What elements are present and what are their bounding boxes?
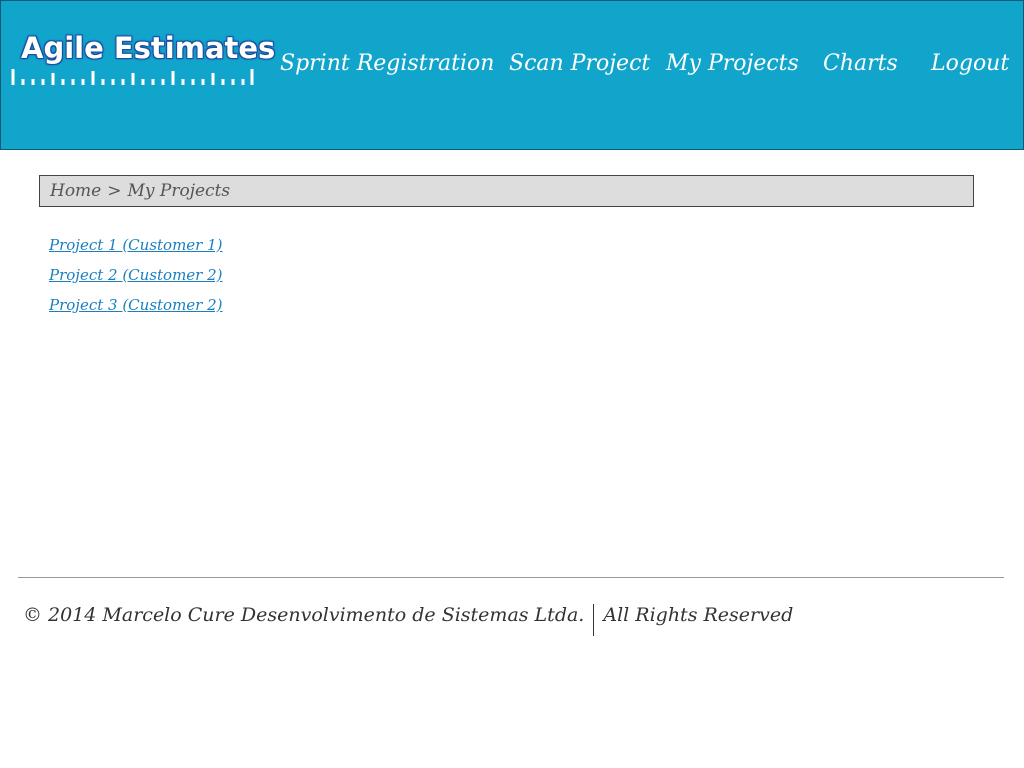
breadcrumb-separator: > <box>107 181 122 201</box>
project-link-3[interactable]: Project 3 (Customer 2) <box>49 296 223 326</box>
footer-rights: All Rights Reserved <box>603 604 794 626</box>
project-list: Project 1 (Customer 1) Project 2 (Custom… <box>49 236 223 326</box>
nav-my-projects[interactable]: My Projects <box>666 51 799 76</box>
breadcrumb-home[interactable]: Home <box>50 181 101 201</box>
nav-sprint-registration[interactable]: Sprint Registration <box>280 51 494 76</box>
project-link-2[interactable]: Project 2 (Customer 2) <box>49 266 223 296</box>
footer-copyright: © 2014 Marcelo Cure Desenvolvimento de S… <box>23 604 585 626</box>
breadcrumb-current: My Projects <box>127 181 231 201</box>
nav-charts[interactable]: Charts <box>823 51 898 76</box>
header-bar: Agile Estimates Sprint Registration Scan… <box>0 0 1024 150</box>
breadcrumb: Home > My Projects <box>39 175 974 207</box>
app-logo[interactable]: Agile Estimates <box>11 31 275 89</box>
ruler-icon <box>11 69 254 85</box>
nav-logout[interactable]: Logout <box>931 51 1009 76</box>
footer-separator <box>593 604 595 636</box>
nav-scan-project[interactable]: Scan Project <box>509 51 650 76</box>
logo-text: Agile Estimates <box>21 31 276 65</box>
project-link-1[interactable]: Project 1 (Customer 1) <box>49 236 223 266</box>
footer: © 2014 Marcelo Cure Desenvolvimento de S… <box>23 600 794 636</box>
footer-divider <box>18 577 1004 578</box>
